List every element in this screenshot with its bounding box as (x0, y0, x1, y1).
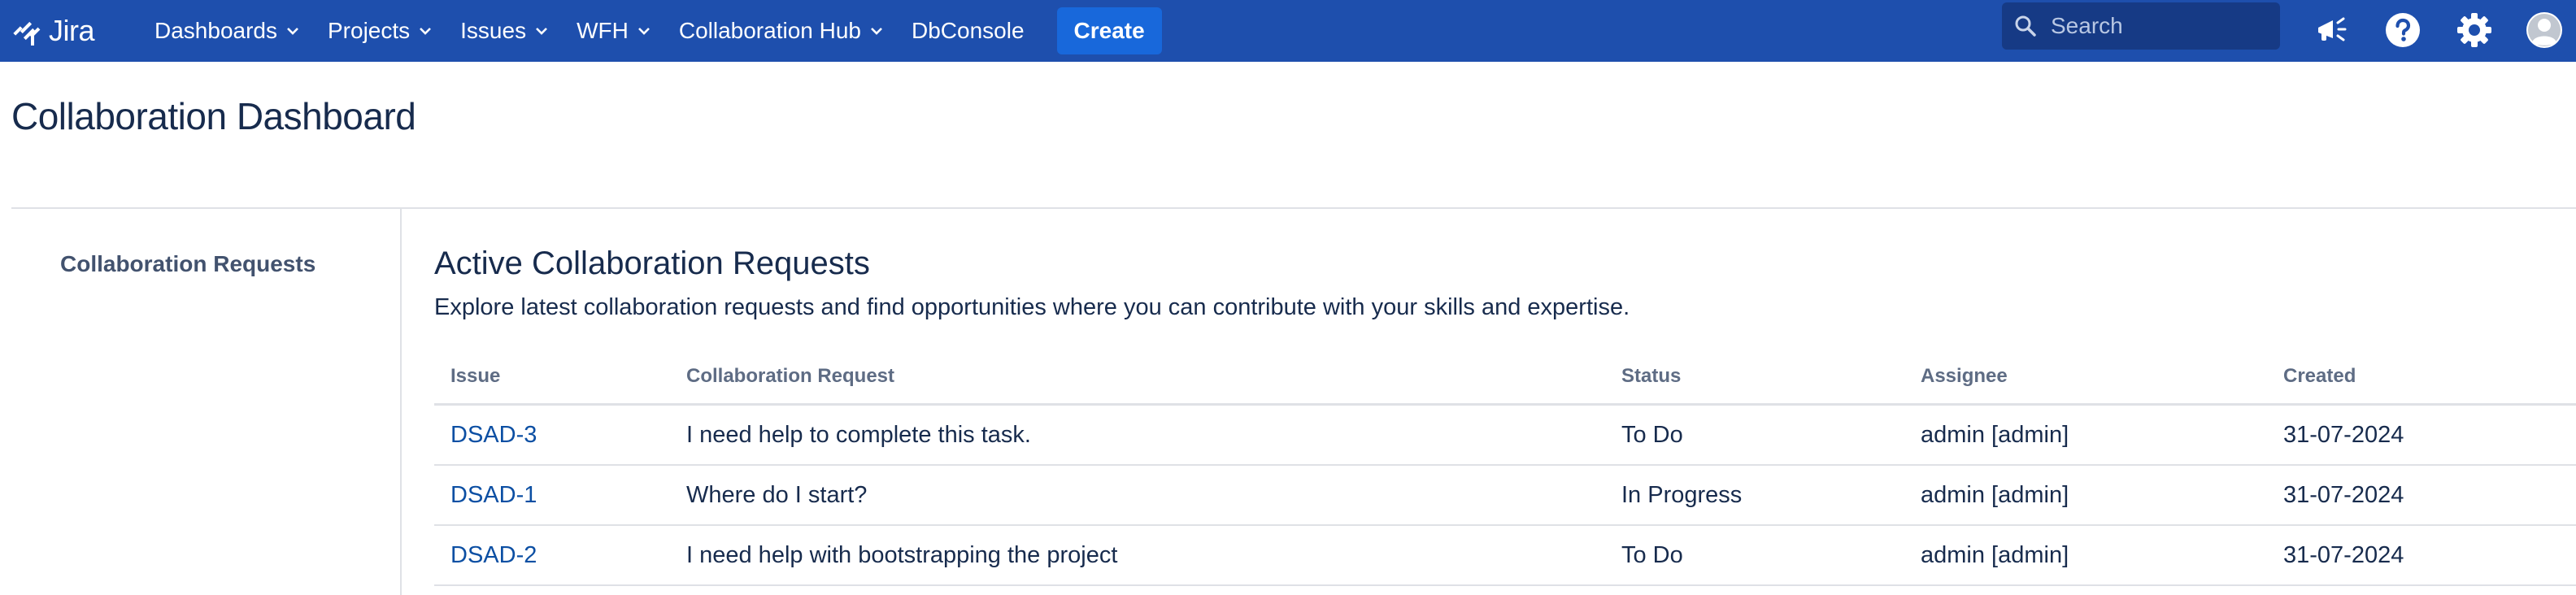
chevron-down-icon (287, 28, 298, 35)
search-input[interactable] (2049, 12, 2272, 40)
megaphone-icon (2318, 17, 2347, 41)
section-title: Active Collaboration Requests (434, 245, 870, 281)
cell-issue: DSAD-2 (434, 525, 670, 586)
chevron-down-icon (871, 28, 882, 35)
top-navigation-bar: Jira Dashboards Projects Issues WFH Coll… (0, 0, 2576, 62)
table-row: DSAD-3 I need help to complete this task… (434, 404, 2576, 466)
chevron-down-icon (637, 28, 650, 35)
jira-logo[interactable]: Jira (11, 0, 95, 62)
nav-dashboards-label: Dashboards (154, 18, 277, 43)
table-row: DSAD-1 Where do I start? In Progress adm… (434, 465, 2576, 526)
column-header-collaboration-request: Collaboration Request (670, 350, 1605, 406)
chevron-down-icon (420, 28, 432, 35)
nav-dbconsole-label: DbConsole (912, 18, 1025, 43)
column-header-status: Status (1605, 350, 1904, 406)
jira-logo-icon (13, 21, 41, 46)
search-box[interactable] (2002, 2, 2280, 50)
header-divider (11, 207, 2576, 209)
nav-wfh-label: WFH (577, 18, 629, 43)
nav-issues-label: Issues (460, 18, 527, 43)
cell-request: Where do I start? (670, 465, 1605, 526)
settings-button[interactable] (2454, 10, 2495, 50)
profile-button[interactable] (2524, 10, 2565, 50)
nav-projects-label: Projects (328, 18, 411, 43)
nav-dashboards[interactable]: Dashboards (154, 0, 300, 62)
gear-icon (2457, 13, 2491, 47)
sidebar-item-collaboration-requests[interactable]: Collaboration Requests (60, 251, 315, 277)
cell-issue: DSAD-1 (434, 465, 670, 526)
cell-request: I need help with bootstrapping the proje… (670, 525, 1605, 586)
nav-projects[interactable]: Projects (328, 0, 433, 62)
cell-status: To Do (1605, 525, 1904, 586)
nav-collaboration-hub-label: Collaboration Hub (678, 18, 861, 43)
column-header-issue: Issue (434, 350, 670, 406)
help-button[interactable] (2382, 10, 2423, 50)
create-button[interactable]: Create (1056, 7, 1162, 54)
column-header-created: Created (2267, 350, 2576, 406)
issue-link[interactable]: DSAD-3 (450, 422, 537, 448)
nav-wfh[interactable]: WFH (577, 0, 651, 62)
notifications-button[interactable] (2312, 10, 2352, 50)
search-icon (2015, 15, 2036, 37)
cell-assignee: admin [admin] (1904, 525, 2267, 586)
cell-created: 31-07-2024 (2267, 465, 2576, 526)
page-title: Collaboration Dashboard (11, 95, 416, 137)
cell-request: I need help to complete this task. (670, 404, 1605, 466)
sidebar-divider (400, 208, 402, 595)
cell-status: To Do (1605, 404, 1904, 466)
cell-created: 31-07-2024 (2267, 525, 2576, 586)
chevron-down-icon (536, 28, 548, 35)
help-icon (2386, 13, 2420, 47)
avatar (2526, 12, 2562, 48)
cell-issue: DSAD-3 (434, 404, 670, 466)
nav-dbconsole[interactable]: DbConsole (912, 0, 1025, 62)
section-description: Explore latest collaboration requests an… (434, 294, 1630, 320)
nav-collaboration-hub[interactable]: Collaboration Hub (679, 0, 884, 62)
cell-created: 31-07-2024 (2267, 404, 2576, 466)
cell-assignee: admin [admin] (1904, 465, 2267, 526)
nav-issues[interactable]: Issues (460, 0, 549, 62)
collaboration-requests-table: Issue Collaboration Request Status Assig… (434, 350, 2576, 586)
table-row: DSAD-2 I need help with bootstrapping th… (434, 525, 2576, 586)
cell-status: In Progress (1605, 465, 1904, 526)
issue-link[interactable]: DSAD-2 (450, 542, 537, 568)
table-header-row: Issue Collaboration Request Status Assig… (434, 350, 2576, 406)
cell-assignee: admin [admin] (1904, 404, 2267, 466)
column-header-assignee: Assignee (1904, 350, 2267, 406)
main-nav: Dashboards Projects Issues WFH Collabora… (154, 0, 1162, 62)
issue-link[interactable]: DSAD-1 (450, 482, 537, 508)
app-name: Jira (49, 14, 95, 47)
